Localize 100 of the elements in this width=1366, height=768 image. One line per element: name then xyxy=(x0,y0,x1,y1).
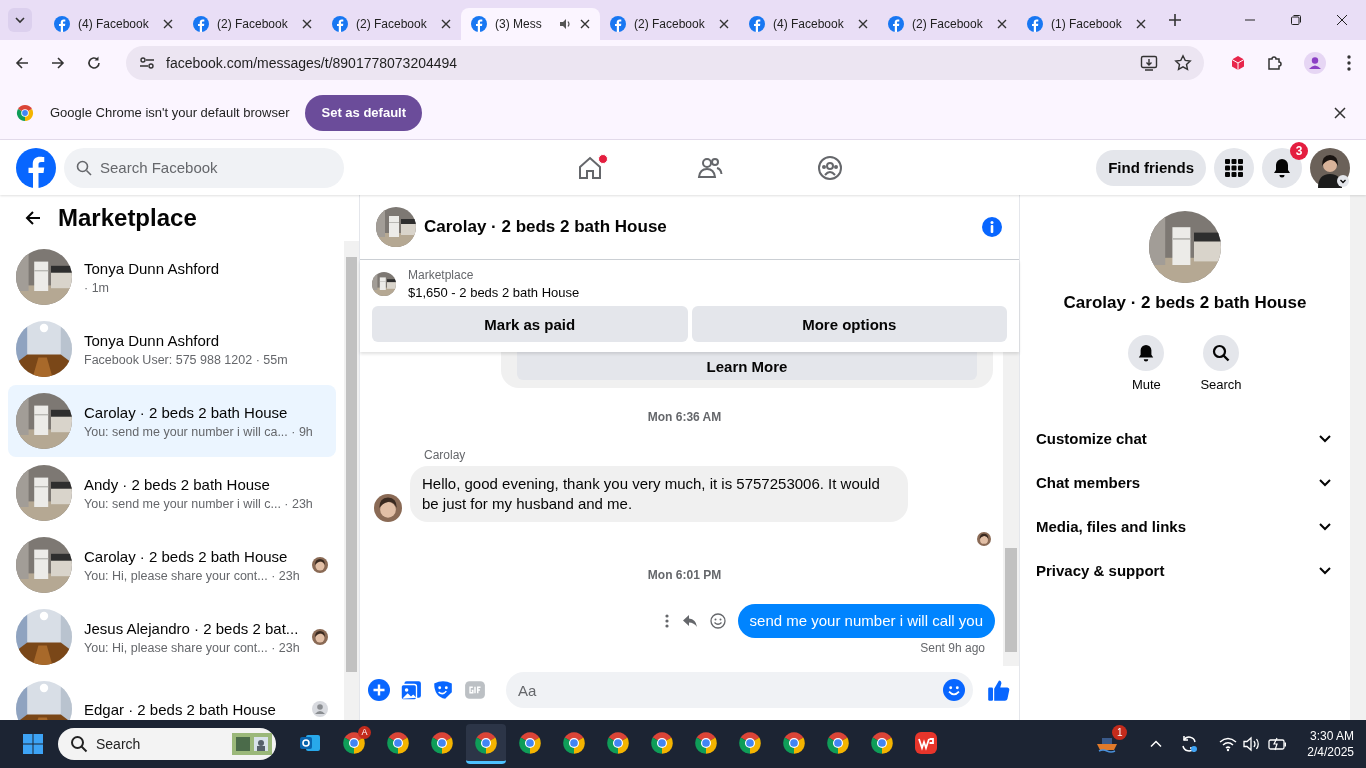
browser-icon xyxy=(606,730,630,755)
conversation-name: Carolay · 2 beds 2 bath House xyxy=(84,547,289,565)
close-icon[interactable] xyxy=(719,19,729,29)
conversation-item[interactable]: Carolay · 2 beds 2 bath House You: send me your number i will ca... · 9h xyxy=(8,385,336,457)
listing-action-button[interactable]: Mark as paid xyxy=(372,306,688,342)
taskbar-app[interactable]: A xyxy=(334,724,374,764)
emoji-icon[interactable] xyxy=(943,679,965,701)
action-label: Search xyxy=(1200,377,1242,392)
scrollbar[interactable] xyxy=(1350,195,1366,720)
home-icon[interactable] xyxy=(577,154,603,181)
find-friends-button[interactable]: Find friends xyxy=(1096,149,1206,186)
photo-icon[interactable] xyxy=(400,679,422,701)
browser-icon xyxy=(562,730,586,755)
chat-name: Carolay · 2 beds 2 bath House xyxy=(1063,293,1307,313)
close-icon[interactable] xyxy=(441,19,451,29)
groups-icon[interactable] xyxy=(817,154,843,181)
close-icon[interactable] xyxy=(302,19,312,29)
facebook-icon xyxy=(749,16,765,32)
forward-icon[interactable] xyxy=(50,55,66,71)
facebook-icon xyxy=(193,16,209,32)
learn-more-button[interactable]: Learn More xyxy=(517,352,977,380)
reply-icon[interactable] xyxy=(681,613,698,629)
search-icon xyxy=(76,159,92,176)
timestamp: Mon 6:01 PM xyxy=(647,568,722,582)
tab-list-button[interactable] xyxy=(8,8,32,32)
back-icon[interactable] xyxy=(24,209,42,227)
close-icon[interactable] xyxy=(997,19,1007,29)
browser-tab[interactable]: (3) Mess xyxy=(461,8,600,40)
search-field[interactable]: Search Facebook xyxy=(64,147,344,188)
site-settings-icon[interactable] xyxy=(138,54,156,72)
sync-icon[interactable] xyxy=(1179,734,1200,754)
message-bubble: Hello, good evening, thank you very much, it is 5757253006. It would be just for my husband and me. xyxy=(410,466,908,522)
emoji-icon[interactable] xyxy=(709,613,726,629)
cube-icon[interactable] xyxy=(1230,55,1246,71)
menu-icon[interactable] xyxy=(1346,54,1352,72)
reload-icon[interactable] xyxy=(86,55,102,71)
bell-icon xyxy=(1137,344,1156,362)
facebook-icon xyxy=(332,16,348,32)
message-field[interactable]: Aa xyxy=(506,672,973,708)
scrollbar[interactable] xyxy=(344,241,359,720)
set-default-button[interactable]: Set as default xyxy=(305,94,422,131)
conversation-item[interactable]: Tonya Dunn Ashford Facebook User: 575 988 1202 · 55m xyxy=(8,313,336,385)
thumbs-up-icon[interactable] xyxy=(987,678,1011,702)
star-icon[interactable] xyxy=(1174,54,1192,72)
avatar[interactable] xyxy=(1310,147,1350,188)
plus-icon[interactable] xyxy=(368,679,390,701)
info-icon[interactable] xyxy=(981,216,1003,238)
message-bubble: send me your number i will call you xyxy=(737,604,995,638)
browser-tab[interactable]: (4) Facebook xyxy=(44,8,183,40)
close-icon[interactable] xyxy=(1334,106,1346,119)
section-header[interactable]: Privacy & support xyxy=(1028,548,1342,592)
conversation-item[interactable]: Tonya Dunn Ashford · 1m xyxy=(8,241,336,313)
section-header[interactable]: Chat members xyxy=(1028,460,1342,504)
search-button[interactable] xyxy=(1203,335,1239,371)
facebook-icon xyxy=(54,16,70,32)
clock-date[interactable]: 2/4/2025 xyxy=(1307,745,1354,759)
conversation-preview: · 1m xyxy=(84,280,110,295)
extensions-icon[interactable] xyxy=(1266,54,1284,72)
install-icon[interactable] xyxy=(1140,54,1158,72)
scrollbar[interactable] xyxy=(1003,352,1019,666)
battery-icon xyxy=(1267,736,1288,752)
clock-time[interactable]: 3:30 AM xyxy=(1309,729,1354,743)
sticker-icon[interactable] xyxy=(432,679,454,701)
more-icon[interactable] xyxy=(663,613,670,629)
infobar-message: Google Chrome isn't your default browser xyxy=(50,105,290,120)
profile-icon[interactable] xyxy=(1304,52,1326,74)
restore-icon[interactable] xyxy=(1290,14,1302,26)
close-icon[interactable] xyxy=(580,19,590,29)
close-icon[interactable] xyxy=(858,19,868,29)
conversation-item[interactable]: Carolay · 2 beds 2 bath House You: Hi, please share your cont... · 23h xyxy=(8,529,336,601)
conversation-preview: You: send me your number i will c... · 23h xyxy=(84,496,314,511)
url-text: facebook.com/messages/t/8901778073204494 xyxy=(166,55,458,71)
section-header[interactable]: Customize chat xyxy=(1028,416,1342,460)
search-icon xyxy=(1212,344,1230,362)
start-icon[interactable] xyxy=(22,733,44,755)
volume-icon xyxy=(1243,736,1262,752)
browser-tab[interactable]: (2) Facebook xyxy=(183,8,322,40)
notifications-button[interactable] xyxy=(1262,147,1302,188)
address-bar[interactable]: facebook.com/messages/t/8901778073204494 xyxy=(126,46,1204,80)
conversation-preview: You: Hi, please share your cont... · 23h xyxy=(84,568,300,583)
mute-button[interactable] xyxy=(1128,335,1165,371)
search-icon xyxy=(70,735,88,753)
listing-action-button[interactable]: More options xyxy=(691,306,1007,342)
close-icon[interactable] xyxy=(1136,19,1146,29)
taskbar-app[interactable] xyxy=(466,724,506,764)
browser-tab[interactable]: (2) Facebook xyxy=(878,8,1017,40)
speaker-icon[interactable] xyxy=(558,17,572,31)
close-icon[interactable] xyxy=(163,19,173,29)
browser-tab[interactable]: (4) Facebook xyxy=(739,8,878,40)
new-tab-icon[interactable] xyxy=(1168,13,1182,27)
conversation-item[interactable]: Jesus Alejandro · 2 beds 2 bat... You: Hi, please share your cont... · 23h xyxy=(8,601,336,673)
close-icon[interactable] xyxy=(1336,14,1348,26)
browser-tab[interactable]: (2) Facebook xyxy=(600,8,739,40)
menu-button[interactable] xyxy=(1214,147,1254,188)
conversation-item[interactable]: Andy · 2 beds 2 bath House You: send me your number i will c... · 23h xyxy=(8,457,336,529)
browser-tab[interactable]: (2) Facebook xyxy=(322,8,461,40)
section-header[interactable]: Media, files and links xyxy=(1028,504,1342,548)
browser-tab[interactable]: (1) Facebook xyxy=(1017,8,1156,40)
back-icon[interactable] xyxy=(14,55,30,71)
facebook-logo[interactable] xyxy=(16,147,56,188)
